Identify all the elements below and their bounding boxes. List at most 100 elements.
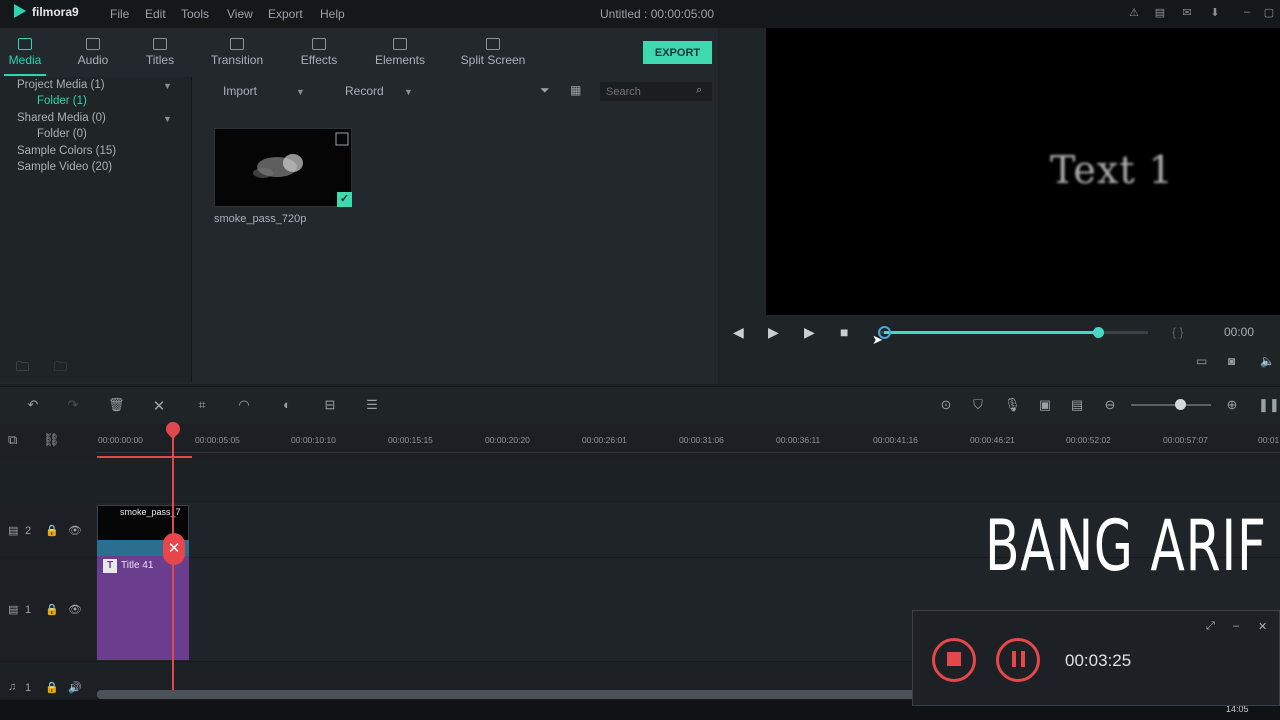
tab-transition[interactable]: Transition: [206, 30, 268, 76]
previous-frame-icon[interactable]: ◀: [733, 324, 744, 341]
minimize-icon[interactable]: –: [1240, 6, 1254, 20]
ruler-label: 00:00:36:11: [776, 435, 821, 445]
next-frame-icon[interactable]: ▶: [804, 324, 815, 341]
link-icon[interactable]: ⛓: [43, 432, 60, 448]
stop-icon[interactable]: ■: [840, 324, 848, 340]
chevron-down-icon[interactable]: ▼: [163, 81, 172, 91]
render-icon[interactable]: ⊙: [938, 397, 954, 413]
zoom-out-icon[interactable]: ⊖: [1102, 397, 1118, 413]
speaker-icon[interactable]: 🔊: [68, 681, 82, 694]
microphone-icon[interactable]: 🎙: [1004, 397, 1021, 413]
tab-audio[interactable]: Audio: [72, 30, 114, 76]
color-icon[interactable]: ◐: [279, 397, 295, 413]
cut-icon[interactable]: ✕: [151, 397, 167, 415]
added-checkmark-icon: ✓: [337, 192, 352, 207]
expand-icon[interactable]: ⤢: [1206, 620, 1215, 633]
add-track-icon[interactable]: ⧉: [8, 432, 17, 448]
minimize-icon[interactable]: –: [1233, 620, 1239, 632]
delete-icon[interactable]: 🗑: [108, 397, 125, 413]
save-icon[interactable]: ▤: [1153, 6, 1167, 20]
ruler-label: 00:00:00:00: [98, 435, 143, 445]
chevron-down-icon[interactable]: ▼: [163, 114, 172, 124]
menu-help[interactable]: Help: [320, 7, 345, 21]
lock-icon[interactable]: 🔒: [45, 524, 59, 537]
split-scissors-icon[interactable]: ✕: [163, 533, 185, 565]
speed-icon[interactable]: ◠: [236, 397, 252, 413]
play-icon[interactable]: ▶: [768, 324, 779, 341]
video-track-icon: ▤: [8, 525, 19, 537]
media-thumbnail[interactable]: [214, 128, 352, 207]
sidebar-item-shared-media[interactable]: Shared Media (0): [17, 112, 106, 124]
export-button[interactable]: EXPORT: [643, 41, 712, 64]
sidebar-item-folder-1[interactable]: Folder (1): [37, 95, 87, 107]
crop-icon[interactable]: ⌗: [194, 397, 210, 413]
video-preview[interactable]: [766, 28, 1280, 315]
snapshot-icon[interactable]: ◙: [1228, 354, 1235, 368]
ruler-label: 00:01: [1258, 435, 1280, 445]
audio-adjust-icon[interactable]: ☰: [364, 397, 380, 413]
filter-icon[interactable]: ⏷: [540, 83, 550, 98]
tab-effects[interactable]: Effects: [294, 30, 344, 76]
sidebar-item-sample-colors[interactable]: Sample Colors (15): [17, 145, 116, 157]
menu-export[interactable]: Export: [268, 7, 303, 21]
eye-icon[interactable]: 👁: [68, 603, 82, 616]
tab-titles[interactable]: Titles: [140, 30, 180, 76]
chevron-down-icon[interactable]: ▼: [296, 87, 305, 97]
marker-icon[interactable]: ⛉: [970, 397, 986, 413]
lock-icon[interactable]: 🔒: [45, 681, 59, 694]
delete-folder-icon[interactable]: 🗀: [54, 358, 67, 380]
voiceover-icon[interactable]: ▣: [1037, 397, 1053, 413]
track-number: 2: [25, 525, 32, 537]
transition-icon: [230, 38, 244, 50]
zoom-slider[interactable]: [1131, 404, 1211, 406]
subtitle-icon[interactable]: ▤: [1069, 397, 1085, 413]
account-icon[interactable]: ⚠: [1127, 6, 1141, 20]
record-button[interactable]: Record: [345, 84, 384, 98]
ruler-label: 00:00:31:06: [679, 435, 724, 445]
scrubber-progress: [884, 331, 1099, 334]
green-screen-icon[interactable]: ⊟: [322, 397, 338, 413]
tab-bar: Media Audio Titles Transition Effects El…: [0, 30, 718, 76]
menu-file[interactable]: File: [110, 7, 129, 21]
new-folder-icon[interactable]: 🗀: [16, 358, 29, 380]
sidebar-item-folder-0[interactable]: Folder (0): [37, 128, 87, 140]
redo-icon[interactable]: ↷: [65, 397, 81, 413]
sidebar-item-project-media[interactable]: Project Media (1): [17, 79, 105, 91]
display-settings-icon[interactable]: ▭: [1196, 354, 1207, 368]
pause-icon: [1021, 651, 1025, 667]
close-icon[interactable]: ✕: [1258, 620, 1267, 633]
title-clip-label: Title 41: [121, 560, 154, 571]
volume-icon[interactable]: 🔈: [1260, 354, 1275, 368]
tab-elements[interactable]: Elements: [370, 30, 430, 76]
lock-icon[interactable]: 🔒: [45, 603, 59, 616]
chevron-down-icon[interactable]: ▼: [404, 87, 413, 97]
preview-overlay-text: Text 1: [1050, 148, 1174, 192]
video-track-icon: ▤: [8, 604, 19, 616]
search-icon[interactable]: ⌕: [696, 84, 702, 97]
zoom-in-icon[interactable]: ⊕: [1224, 397, 1240, 413]
menu-tools[interactable]: Tools: [181, 7, 209, 21]
ruler-label: 00:00:57:07: [1163, 435, 1208, 445]
pause-rendering-icon[interactable]: ❚❚: [1258, 397, 1280, 413]
ruler-baseline: [96, 452, 1280, 453]
split-screen-icon: [486, 38, 500, 50]
timeline-scrollbar[interactable]: [97, 690, 917, 699]
sidebar-item-sample-video[interactable]: Sample Video (20): [17, 161, 112, 173]
download-icon[interactable]: ⬇: [1208, 6, 1222, 20]
menu-edit[interactable]: Edit: [145, 7, 166, 21]
zoom-slider-handle[interactable]: [1175, 399, 1186, 410]
menu-view[interactable]: View: [227, 7, 253, 21]
mail-icon[interactable]: ✉: [1180, 6, 1194, 20]
mark-in-out-icon[interactable]: { }: [1172, 325, 1183, 339]
tab-media[interactable]: Media: [4, 30, 46, 76]
preview-timecode: 00:00: [1224, 325, 1255, 339]
undo-icon[interactable]: ↶: [25, 397, 41, 413]
title-text-icon: T: [103, 559, 117, 573]
pause-recording-button[interactable]: [996, 638, 1040, 682]
scrubber-handle[interactable]: [1093, 327, 1104, 338]
grid-view-icon[interactable]: ▦: [570, 83, 581, 97]
maximize-icon[interactable]: ▢: [1262, 6, 1276, 20]
eye-icon[interactable]: 👁: [68, 524, 82, 537]
import-button[interactable]: Import: [223, 84, 257, 98]
tab-split-screen[interactable]: Split Screen: [456, 30, 530, 76]
